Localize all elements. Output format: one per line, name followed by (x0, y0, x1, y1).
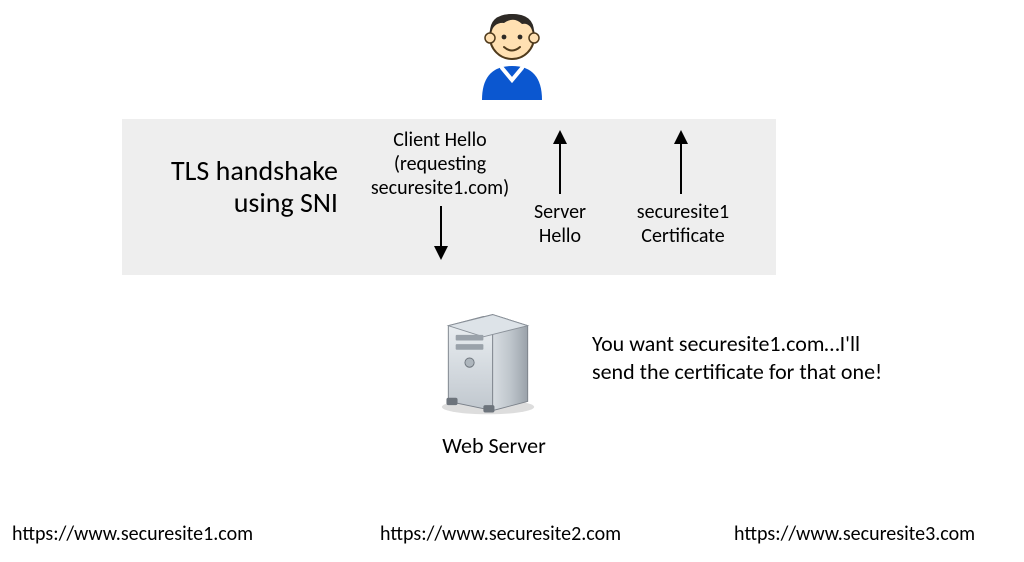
arrow-certificate (680, 142, 682, 194)
speech-l2: send the certificate for that one! (592, 358, 932, 386)
arrow-client-hello (440, 206, 442, 248)
diagram-title: TLS handshake using SNI (148, 155, 338, 219)
server-hello-l1: Server (520, 200, 600, 224)
server-hello-label: Server Hello (520, 200, 600, 248)
url-3: https://www.securesite3.com (734, 522, 975, 546)
client-hello-label: Client Hello (requesting securesite1.com… (360, 128, 520, 200)
server-icon (428, 298, 548, 424)
arrow-client-hello-head (434, 246, 448, 260)
user-icon (464, 4, 560, 106)
speech-l1: You want securesite1.com…I'll (592, 330, 932, 358)
url-2: https://www.securesite2.com (380, 522, 621, 546)
server-speech: You want securesite1.com…I'll send the c… (592, 330, 932, 385)
server-hello-l2: Hello (520, 224, 600, 248)
url-1: https://www.securesite1.com (12, 522, 253, 546)
client-hello-l2: (requesting (360, 152, 520, 176)
certificate-label: securesite1 Certificate (628, 200, 738, 248)
title-line2: using SNI (148, 187, 338, 219)
title-line1: TLS handshake (148, 155, 338, 187)
client-hello-l3: securesite1.com) (360, 176, 520, 200)
arrow-server-hello (559, 142, 561, 194)
client-hello-l1: Client Hello (360, 128, 520, 152)
server-label: Web Server (430, 432, 558, 459)
certificate-l2: Certificate (628, 224, 738, 248)
certificate-l1: securesite1 (628, 200, 738, 224)
